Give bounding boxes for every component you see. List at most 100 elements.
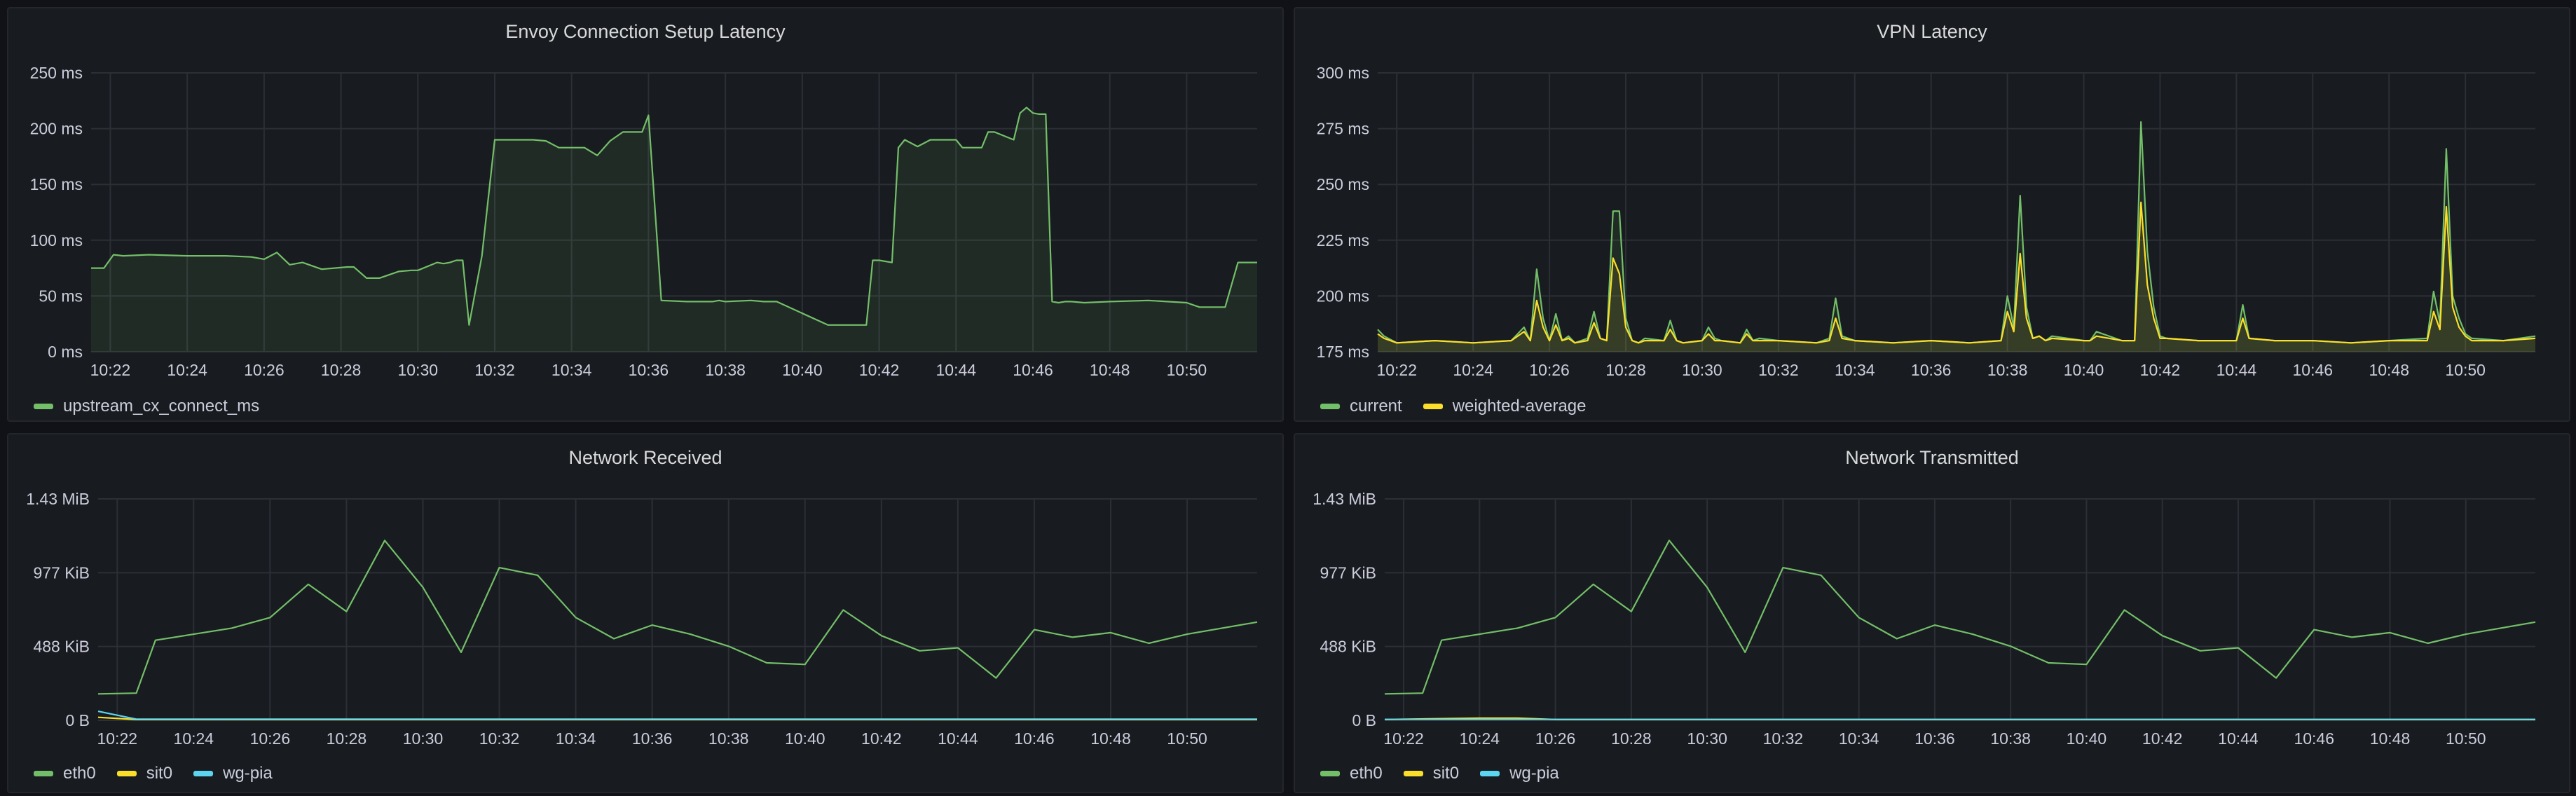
legend-swatch [34,404,53,409]
x-tick-label: 10:28 [1605,361,1646,379]
panel-vpn-latency: VPN Latency 175 ms 200 ms 225 ms 250 ms 275 … [1294,7,2570,422]
x-tick-label: 10:26 [1535,729,1576,748]
y-tick-label: 1.43 MiB [1313,490,1376,508]
x-tick-label: 10:24 [1453,361,1493,379]
x-tick-label: 10:28 [327,729,367,748]
series-line-weighted-average [1377,201,2536,344]
panel-envoy-latency: Envoy Connection Setup Latency 0 ms 50 ms… [7,7,1284,422]
x-tick-label: 10:22 [1383,729,1424,748]
x-tick-label: 10:22 [97,729,137,748]
x-tick-label: 10:48 [2370,729,2411,748]
legend-item-sit0[interactable]: sit0 [1403,764,1460,783]
x-tick-label: 10:46 [1013,361,1053,379]
legend: eth0 sit0 wg-pia [34,764,294,783]
x-tick-label: 10:24 [174,729,214,748]
legend-item-sit0[interactable]: sit0 [116,764,173,783]
legend-item-eth0[interactable]: eth0 [1320,764,1383,783]
legend-label: eth0 [1350,764,1383,783]
y-tick-label: 488 KiB [33,638,90,656]
x-tick-label: 10:28 [1611,729,1652,748]
x-tick-label: 10:50 [2445,361,2486,379]
x-tick-label: 10:48 [1090,729,1131,748]
y-tick-label: 0 ms [48,343,83,361]
legend-label: current [1350,397,1402,416]
legend-label: upstream_cx_connect_ms [63,397,260,416]
x-tick-label: 10:38 [708,729,749,748]
x-tick-label: 10:24 [1460,729,1500,748]
legend-item-current[interactable]: current [1320,397,1402,416]
x-tick-label: 10:48 [1090,361,1130,379]
legend-swatch [116,771,137,776]
x-tick-label: 10:40 [2064,361,2104,379]
x-tick-label: 10:42 [2142,729,2183,748]
legend-item-upstream_cx_connect_ms[interactable]: upstream_cx_connect_ms [34,397,259,416]
legend: current weighted-average [1320,397,1608,416]
x-tick-label: 10:34 [551,361,592,379]
x-tick-label: 10:38 [1990,729,2031,748]
x-tick-label: 10:26 [250,729,291,748]
x-tick-label: 10:34 [1835,361,1875,379]
x-tick-label: 10:34 [1839,729,1879,748]
series-line-eth0 [97,540,1258,695]
y-tick-label: 150 ms [30,175,83,193]
legend-item-eth0[interactable]: eth0 [34,764,96,783]
x-tick-label: 10:44 [936,361,977,379]
x-tick-label: 10:22 [90,361,131,379]
x-tick-label: 10:24 [167,361,207,379]
x-tick-label: 10:30 [398,361,439,379]
legend-item-wg-pia[interactable]: wg-pia [1480,764,1559,783]
legend-swatch [1423,404,1443,409]
series-line-eth0 [1384,540,2536,695]
chart-vpn-latency: 175 ms 200 ms 225 ms 250 ms 275 ms 300 ms 10:2… [1317,64,2536,379]
y-tick-label: 50 ms [39,287,83,305]
series-line-current [1377,121,2536,344]
legend-swatch [1480,771,1500,776]
legend-item-weighted-average[interactable]: weighted-average [1423,397,1587,416]
x-tick-label: 10:38 [705,361,746,379]
y-tick-label: 0 B [1352,711,1376,729]
x-tick-label: 10:34 [556,729,596,748]
x-tick-label: 10:30 [1682,361,1722,379]
x-tick-label: 10:36 [632,729,673,748]
y-tick-label: 250 ms [1317,175,1369,193]
legend-label: sit0 [1432,764,1460,783]
y-tick-label: 977 KiB [33,563,90,582]
y-tick-label: 200 ms [30,120,83,138]
legend-label: weighted-average [1452,397,1587,416]
chart-network-received: 0 B 488 KiB 977 KiB 1.43 MiB 10:22 10:24 10:26… [26,490,1258,748]
y-tick-label: 488 KiB [1320,638,1376,656]
x-tick-label: 10:36 [1914,729,1955,748]
x-tick-label: 10:50 [2446,729,2486,748]
x-tick-label: 10:32 [474,361,515,379]
series-fill-weighted-average [1378,202,2535,352]
legend-label: wg-pia [223,764,273,783]
x-tick-label: 10:44 [938,729,978,748]
x-tick-label: 10:48 [2369,361,2409,379]
legend: upstream_cx_connect_ms [34,397,280,416]
x-tick-label: 10:40 [785,729,825,748]
x-tick-label: 10:46 [2294,729,2334,748]
x-tick-label: 10:32 [479,729,520,748]
legend-swatch [1320,404,1340,409]
y-tick-label: 175 ms [1317,343,1369,361]
legend-item-wg-pia[interactable]: wg-pia [193,764,273,783]
panel-network-received: Network Received 0 B 488 KiB 977 KiB 1.43 M… [7,433,1284,793]
series-fill-current [1378,122,2535,352]
y-tick-label: 200 ms [1317,287,1369,305]
legend-label: eth0 [63,764,96,783]
x-tick-label: 10:28 [321,361,362,379]
x-tick-label: 10:32 [1763,729,1804,748]
y-tick-label: 300 ms [1317,64,1369,82]
x-tick-label: 10:30 [403,729,444,748]
y-tick-label: 977 KiB [1320,563,1376,582]
x-tick-label: 10:26 [244,361,285,379]
x-tick-label: 10:40 [782,361,823,379]
x-tick-label: 10:22 [1376,361,1417,379]
x-tick-label: 10:40 [2067,729,2107,748]
legend-label: sit0 [146,764,173,783]
x-tick-label: 10:38 [1987,361,2028,379]
y-tick-label: 275 ms [1317,120,1369,138]
x-tick-label: 10:46 [2293,361,2334,379]
panel-network-transmitted: Network Transmitted 0 B 488 KiB 977 KiB 1.4… [1294,433,2570,793]
x-tick-label: 10:50 [1167,729,1207,748]
